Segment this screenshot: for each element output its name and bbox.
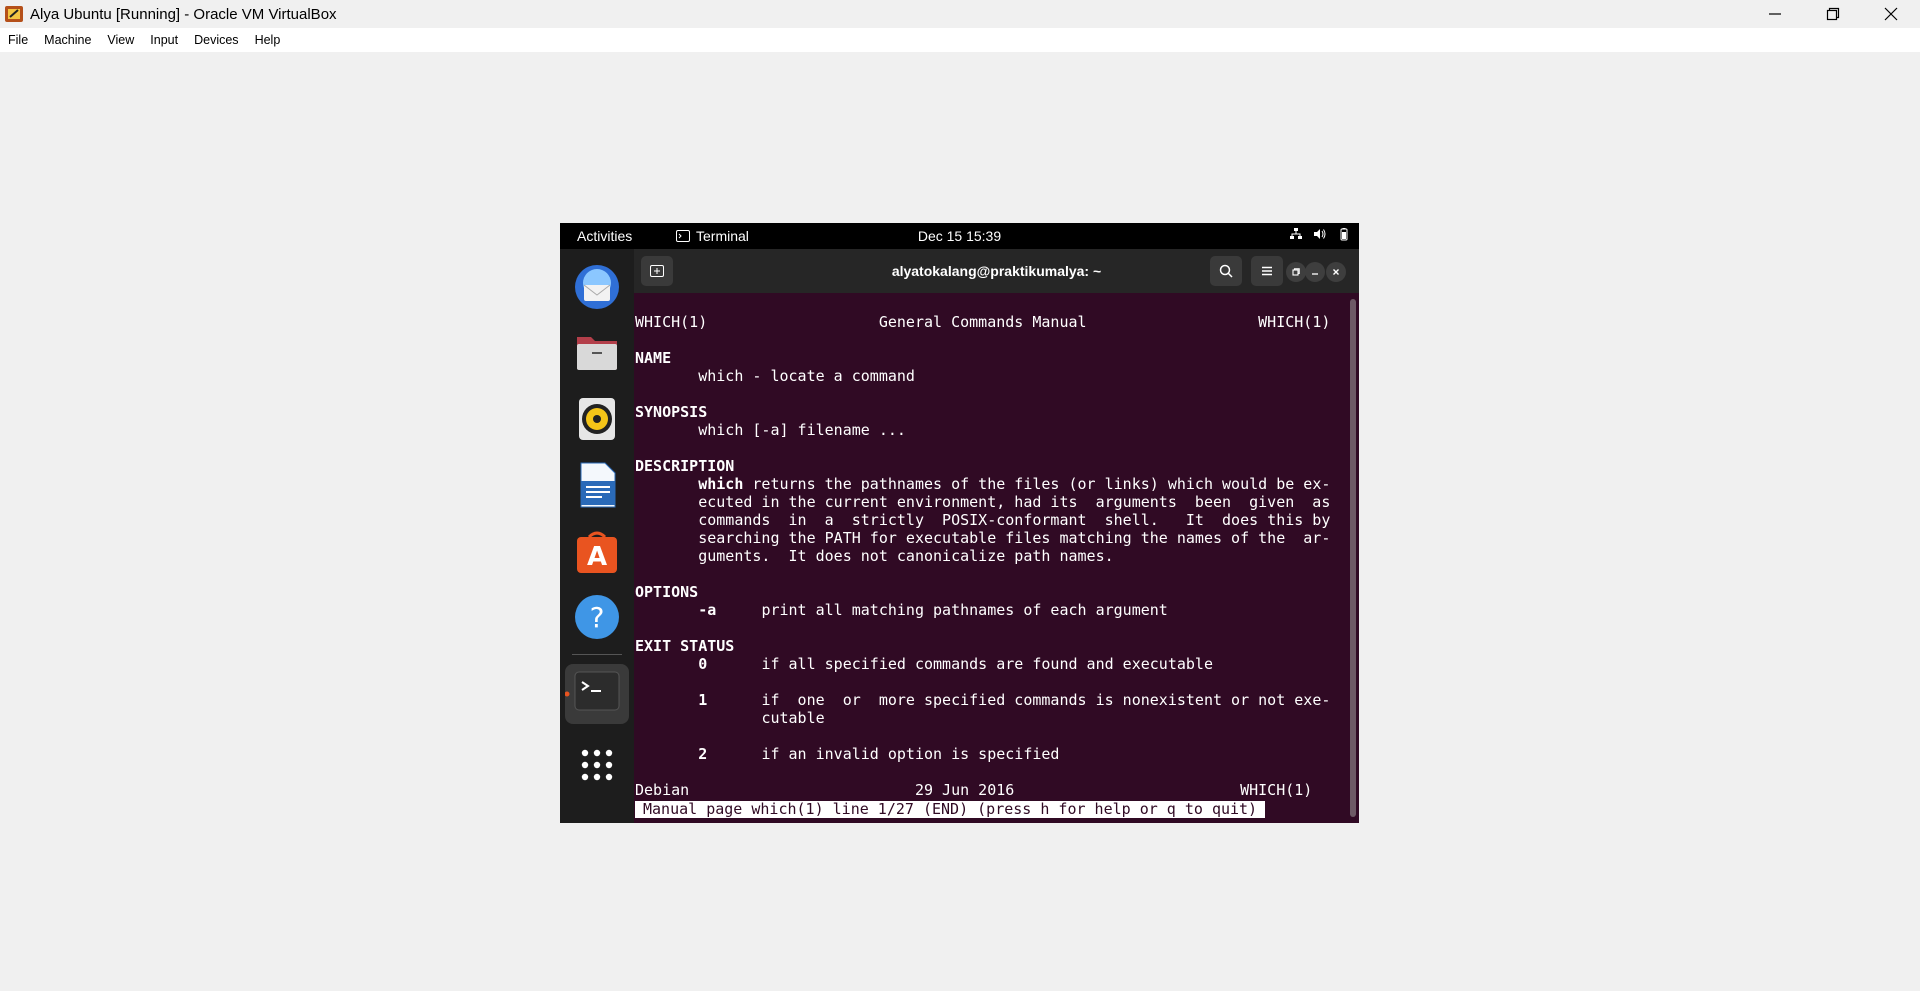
minimize-icon (1312, 273, 1318, 275)
header-center: General Commands Manual (878, 313, 1087, 331)
footer-center: 29 Jun 2016 (914, 781, 1015, 799)
section-options-heading: OPTIONS (635, 583, 699, 601)
option-flag: -a (698, 601, 717, 619)
desc-line: returns the pathnames of the files (or l… (743, 475, 1331, 493)
header-left: WHICH(1) (635, 313, 708, 331)
virtualbox-icon (4, 4, 24, 24)
host-menubar: File Machine View Input Devices Help (0, 28, 1920, 52)
synopsis-text: which [-a] filename ... (698, 421, 906, 439)
ubuntu-top-bar: Activities Terminal Dec 15 15:39 (560, 223, 1359, 249)
menu-devices[interactable]: Devices (186, 33, 246, 47)
terminal-header: alyatokalang@praktikumalya: ~ (634, 249, 1359, 293)
writer-icon[interactable] (573, 461, 621, 509)
section-name-heading: NAME (635, 349, 672, 367)
svg-text:?: ? (590, 601, 605, 634)
help-icon[interactable]: ? (573, 593, 621, 641)
exit-text: if an invalid option is specified (761, 745, 1060, 763)
exit-text: cutable (761, 709, 825, 727)
system-tray[interactable] (1289, 227, 1351, 241)
desc-line: guments. It does not canonicalize path n… (698, 547, 1114, 565)
desc-command-word: which (698, 475, 744, 493)
minimize-button[interactable] (1746, 0, 1804, 28)
desc-line: searching the PATH for executable files … (698, 529, 1331, 547)
rhythmbox-icon[interactable] (573, 395, 621, 443)
menu-file[interactable]: File (0, 33, 36, 47)
section-exit-status-heading: EXIT STATUS (635, 637, 735, 655)
desc-line: commands in a strictly POSIX-conformant … (698, 511, 1331, 529)
exit-text: if one or more specified commands is non… (761, 691, 1331, 709)
network-icon (1290, 228, 1302, 239)
thunderbird-icon[interactable] (573, 263, 621, 311)
header-right: WHICH(1) (1258, 313, 1331, 331)
section-synopsis-heading: SYNOPSIS (635, 403, 708, 421)
term-close-button[interactable] (1326, 262, 1346, 282)
section-description-heading: DESCRIPTION (635, 457, 735, 475)
search-icon (1219, 264, 1233, 278)
hamburger-icon (1262, 266, 1272, 276)
svg-text:A: A (587, 542, 607, 572)
ubuntu-dock: A ? (560, 249, 634, 823)
clock[interactable]: Dec 15 15:39 (560, 228, 1359, 244)
search-button[interactable] (1210, 256, 1242, 286)
close-icon (1333, 269, 1339, 275)
name-text: which - locate a command (698, 367, 915, 385)
exit-code: 1 (698, 691, 708, 709)
term-maximize-button[interactable] (1286, 262, 1306, 282)
desc-line: ecuted in the current environment, had i… (698, 493, 1331, 511)
files-icon[interactable] (573, 329, 621, 377)
exit-code: 2 (698, 745, 708, 763)
menu-machine[interactable]: Machine (36, 33, 99, 47)
term-minimize-button[interactable] (1305, 262, 1325, 282)
menu-view[interactable]: View (99, 33, 142, 47)
restore-icon (1292, 268, 1300, 276)
man-page: WHICH(1) General Commands Manual WHICH(1… (635, 313, 1330, 799)
menu-input[interactable]: Input (142, 33, 186, 47)
host-titlebar: Alya Ubuntu [Running] - Oracle VM Virtua… (0, 0, 1920, 28)
show-apps-icon[interactable] (573, 741, 621, 789)
footer-left: Debian (635, 781, 690, 799)
terminal-icon[interactable] (564, 664, 629, 724)
menu-button[interactable] (1251, 256, 1283, 286)
restore-button[interactable] (1804, 0, 1862, 28)
option-text: print all matching pathnames of each arg… (761, 601, 1168, 619)
dock-separator (572, 654, 622, 655)
terminal-body[interactable]: WHICH(1) General Commands Manual WHICH(1… (634, 293, 1359, 823)
menu-help[interactable]: Help (247, 33, 289, 47)
exit-text: if all specified commands are found and … (761, 655, 1213, 673)
app-center-icon[interactable]: A (573, 527, 621, 575)
volume-icon (1314, 229, 1326, 239)
vm-screen[interactable]: Activities Terminal Dec 15 15:39 A ? aly… (560, 223, 1359, 823)
exit-code: 0 (698, 655, 708, 673)
footer-right: WHICH(1) (1240, 781, 1313, 799)
power-icon (1340, 228, 1348, 241)
close-button[interactable] (1862, 0, 1920, 28)
window-title: Alya Ubuntu [Running] - Oracle VM Virtua… (30, 5, 337, 23)
pager-status-line: Manual page which(1) line 1/27 (END) (pr… (635, 801, 1266, 818)
scrollbar[interactable] (1350, 299, 1356, 817)
